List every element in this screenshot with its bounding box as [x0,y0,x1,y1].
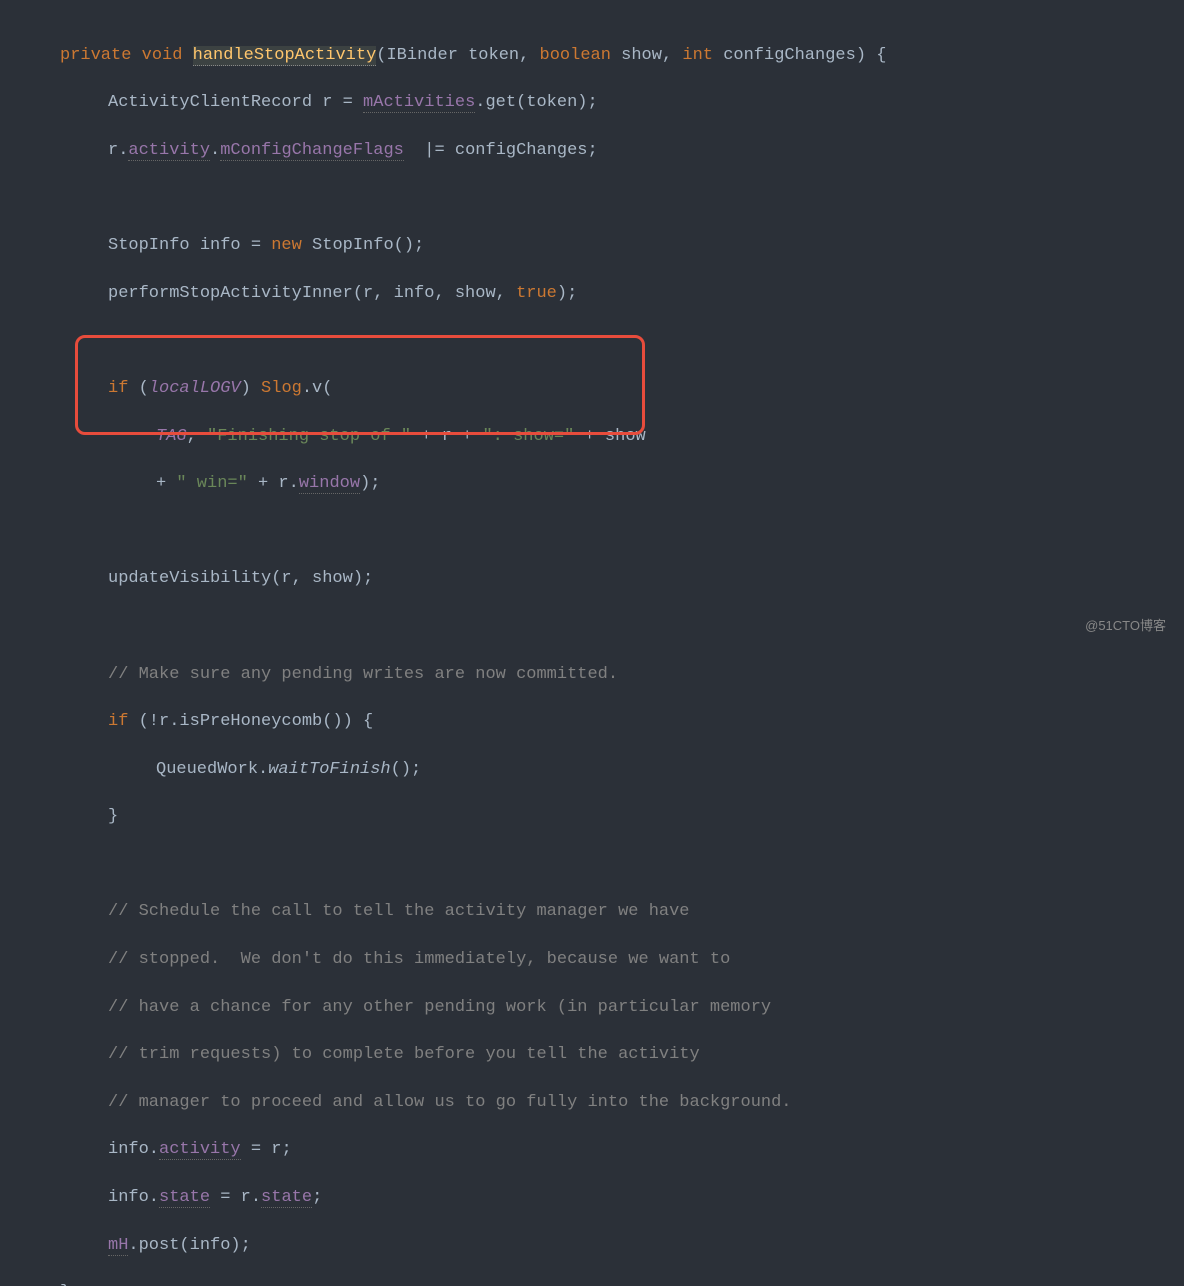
comment: // manager to proceed and allow us to go… [108,1093,792,1112]
blank-line [0,853,1184,877]
field-ref: state [261,1188,312,1208]
code-line: // Make sure any pending writes are now … [0,663,1184,687]
code-line: } [0,1281,1184,1286]
field-ref: activity [159,1140,241,1160]
code-line: + " win=" + r.window); [0,472,1184,496]
code-line: ActivityClientRecord r = mActivities.get… [0,91,1184,115]
code-editor[interactable]: private void handleStopActivity(IBinder … [0,0,1184,1286]
keyword-void: void [142,46,183,65]
code-line: // stopped. We don't do this immediately… [0,948,1184,972]
string-literal: ": show=" [482,427,574,446]
code-line: info.state = r.state; [0,1186,1184,1210]
class-ref: Slog [261,379,302,398]
code-line: StopInfo info = new StopInfo(); [0,234,1184,258]
comment: // trim requests) to complete before you… [108,1045,700,1064]
code-line: private void handleStopActivity(IBinder … [0,44,1184,68]
code-line: if (localLOGV) Slog.v( [0,377,1184,401]
field-ref: mConfigChangeFlags [220,141,404,161]
code-line: // trim requests) to complete before you… [0,1043,1184,1067]
code-line: TAG, "Finishing stop of " + r + ": show=… [0,425,1184,449]
method-name: handleStopActivity [193,46,377,66]
code-line: QueuedWork.waitToFinish(); [0,758,1184,782]
field-ref: window [299,474,360,494]
string-literal: " win=" [176,474,247,493]
field-ref: mActivities [363,93,475,113]
blank-line [0,520,1184,544]
static-field: TAG [156,427,187,446]
code-line: // manager to proceed and allow us to go… [0,1091,1184,1115]
code-line: r.activity.mConfigChangeFlags |= configC… [0,139,1184,163]
code-line: info.activity = r; [0,1138,1184,1162]
string-literal: "Finishing stop of " [207,427,411,446]
code-line: performStopActivityInner(r, info, show, … [0,282,1184,306]
static-field: localLOGV [149,379,241,398]
field-ref: mH [108,1236,128,1256]
code-line: // Schedule the call to tell the activit… [0,900,1184,924]
blank-line [0,615,1184,639]
blank-line [0,329,1184,353]
blank-line [0,187,1184,211]
comment: // stopped. We don't do this immediately… [108,950,730,969]
code-line: mH.post(info); [0,1234,1184,1258]
code-line: updateVisibility(r, show); [0,567,1184,591]
code-line: if (!r.isPreHoneycomb()) { [0,710,1184,734]
code-line: } [0,805,1184,829]
comment: // Make sure any pending writes are now … [108,665,618,684]
code-line: // have a chance for any other pending w… [0,996,1184,1020]
watermark: @51CTO博客 [1085,617,1166,635]
field-ref: state [159,1188,210,1208]
comment: // Schedule the call to tell the activit… [108,902,690,921]
static-method: waitToFinish [268,760,390,779]
comment: // have a chance for any other pending w… [108,998,771,1017]
field-ref: activity [128,141,210,161]
keyword-private: private [60,46,131,65]
